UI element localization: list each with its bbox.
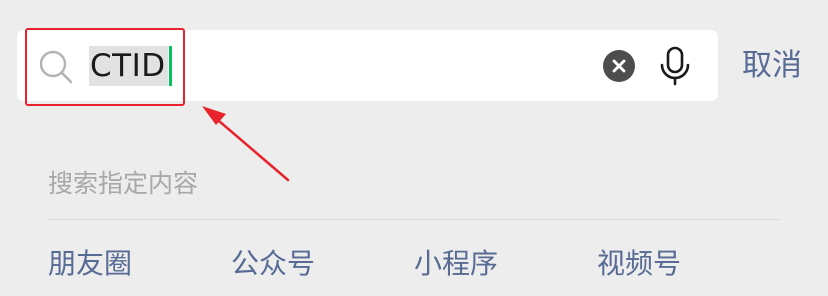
search-scope-hint: 搜索指定内容 (48, 169, 199, 198)
category-mini-programs[interactable]: 小程序 (414, 242, 498, 286)
category-moments[interactable]: 朋友圈 (48, 242, 132, 286)
clear-icon (612, 59, 626, 73)
annotation-highlight-box (25, 28, 185, 106)
clear-button[interactable] (603, 50, 635, 82)
microphone-icon[interactable] (657, 46, 693, 86)
cancel-button[interactable]: 取消 (742, 44, 802, 88)
divider (48, 219, 779, 220)
category-channels[interactable]: 视频号 (597, 242, 681, 286)
category-official-accounts[interactable]: 公众号 (231, 242, 315, 286)
